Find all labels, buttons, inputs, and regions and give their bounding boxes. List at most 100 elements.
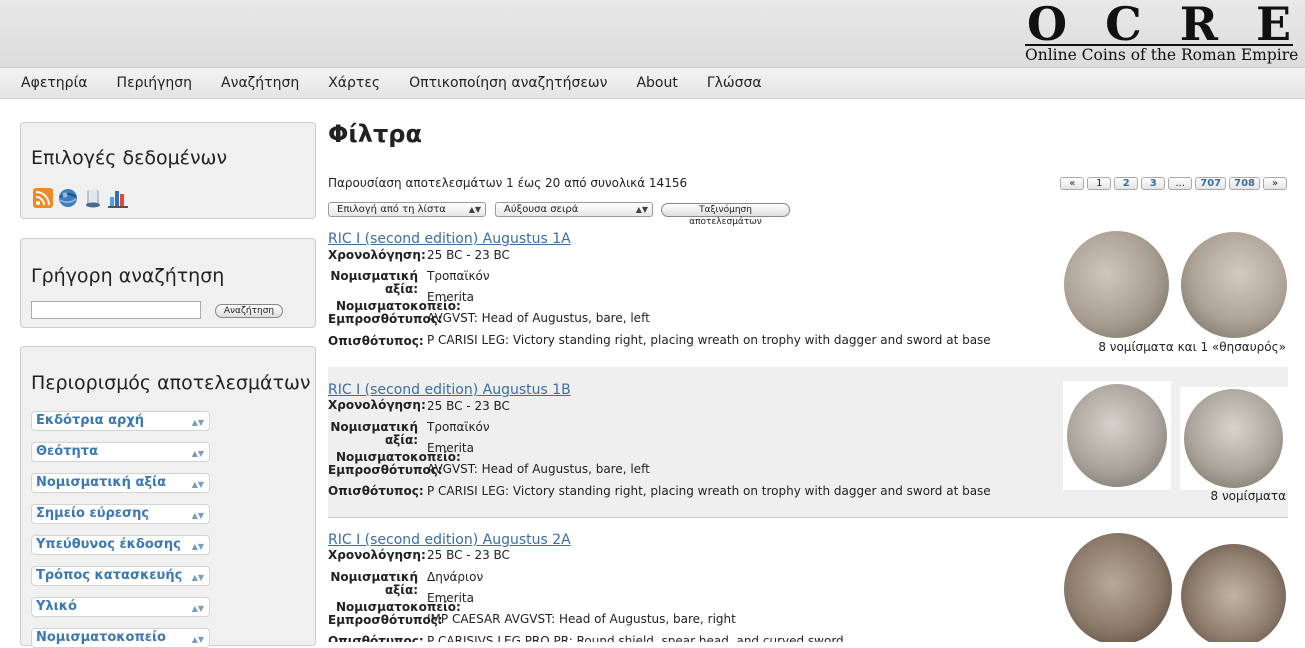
facet-label: Σημείο εύρεσης [36,506,150,521]
rss-icon[interactable] [33,188,53,208]
results-summary: Παρουσίαση αποτελεσμάτων 1 έως 20 από συ… [328,176,688,190]
result-title-link[interactable]: RIC I (second edition) Augustus 2A [328,532,571,548]
updown-icon: ▲▼ [191,542,204,551]
result-title-link[interactable]: RIC I (second edition) Augustus 1B [328,382,571,398]
sort-order-select[interactable]: Αύξουσα σειρά ▲▼ [495,202,653,217]
coin-count: 8 νομίσματα [1210,489,1286,503]
nav-home[interactable]: Αφετηρία [21,75,88,91]
select-value: Επιλογή από τη λίστα [337,204,446,215]
denomination-label: Νομισματική αξία: [330,570,418,597]
ocre-logo[interactable]: O C R E Online Coins of the Roman Empire [1025,0,1299,66]
pagination: « 1 2 3 ... 707 708 » [1060,177,1287,190]
data-options-panel: Επιλογές δεδομένων [20,122,316,219]
sort-button[interactable]: Ταξινόμηση αποτελεσμάτων [661,203,790,227]
coin-reverse-image[interactable] [1184,389,1283,488]
pager-ellipsis: ... [1168,177,1193,190]
facet-deity[interactable]: Θεότητα ▲▼ [31,442,210,462]
obverse-value: IMP CAESAR AVGVST: Head of Augustus, bar… [427,612,736,626]
select-value: Αύξουσα σειρά [504,204,579,215]
updown-icon: ▲▼ [191,604,204,613]
facet-label: Νομισματοκοπείο [36,630,166,645]
divider [328,517,1288,518]
date-label: Χρονολόγηση: [328,548,426,562]
page-title: Φίλτρα [328,120,422,148]
refine-results-panel: Περιορισμός αποτελεσμάτων Εκδότρια αρχή ▲… [20,346,316,648]
result-item: RIC I (second edition) Augustus 1B Χρονο… [328,367,1288,518]
coin-obverse-image[interactable] [1067,384,1167,487]
updown-icon: ▲▼ [191,418,204,427]
logo-letter: E [1255,0,1291,51]
site-header: O C R E Online Coins of the Roman Empire [0,0,1305,68]
updown-icon: ▲▼ [191,573,204,582]
mint-value: Emerita [427,290,474,304]
obverse-label: Εμπροσθότυπος: [328,463,443,477]
result-item: RIC I (second edition) Augustus 2A Χρονο… [328,532,1288,642]
nav-search[interactable]: Αναζήτηση [221,75,299,91]
logo-letter: R [1179,0,1218,51]
updown-icon: ▲▼ [191,449,204,458]
mint-value: Emerita [427,441,474,455]
reverse-value: P CARISIVS LEG PRO PR: Round shield, spe… [427,634,844,642]
pager-page[interactable]: 2 [1114,177,1139,190]
facet-label: Νομισματική αξία [36,475,167,490]
updown-icon: ▲▼ [635,205,648,214]
date-value: 25 BC - 23 BC [427,248,510,262]
denomination-value: Τροπαϊκόν [427,269,490,283]
facet-mint[interactable]: Νομισματοκοπείο ▲▼ [31,628,210,648]
nav-maps[interactable]: Χάρτες [328,75,380,91]
facet-label: Θεότητα [36,444,98,459]
nav-visualize[interactable]: Οπτικοποίηση αναζητήσεων [409,75,607,91]
data-options-title: Επιλογές δεδομένων [31,147,228,169]
denomination-label: Νομισματική αξία: [330,420,418,447]
facet-authority[interactable]: Εκδότρια αρχή ▲▼ [31,411,210,431]
quick-search-button[interactable]: Αναζήτηση [215,304,283,318]
facet-label: Τρόπος κατασκευής [36,568,183,583]
reverse-value: P CARISI LEG: Victory standing right, pl… [427,484,991,498]
nav-language[interactable]: Γλώσσα [707,75,762,91]
result-title-link[interactable]: RIC I (second edition) Augustus 1A [328,231,571,247]
logo-letter: O [1027,0,1068,51]
sort-field-select[interactable]: Επιλογή από τη λίστα ▲▼ [328,202,486,217]
pager-page[interactable]: 3 [1141,177,1166,190]
date-label: Χρονολόγηση: [328,398,426,412]
globe-icon[interactable] [58,188,78,208]
coin-count: 8 νομίσματα και 1 «θησαυρός» [1098,340,1286,354]
obverse-value: AVGVST: Head of Augustus, bare, left [427,311,650,325]
facet-label: Υπεύθυνος έκδοσης [36,537,181,552]
mint-value: Emerita [427,591,474,605]
facet-findspot[interactable]: Σημείο εύρεσης ▲▼ [31,504,210,524]
pager-page[interactable]: 707 [1195,177,1227,190]
facet-denomination[interactable]: Νομισματική αξία ▲▼ [31,473,210,493]
facet-label: Υλικό [36,599,77,614]
denomination-value: Δηνάριον [427,570,484,584]
coin-obverse-image[interactable] [1064,533,1172,642]
pager-page[interactable]: 1 [1087,177,1112,190]
coin-reverse-image[interactable] [1181,544,1286,642]
denomination-label: Νομισματική αξία: [330,269,418,296]
pager-next[interactable]: » [1263,177,1287,190]
date-value: 25 BC - 23 BC [427,399,510,413]
date-label: Χρονολόγηση: [328,248,426,262]
reverse-value: P CARISI LEG: Victory standing right, pl… [427,333,991,347]
facet-manufacture[interactable]: Τρόπος κατασκευής ▲▼ [31,566,210,586]
logo-letter: C [1105,0,1142,51]
coin-obverse-image[interactable] [1064,231,1169,338]
result-item: RIC I (second edition) Augustus 1A Χρονο… [328,231,1288,381]
database-icon[interactable] [83,188,103,208]
obverse-label: Εμπροσθότυπος: [328,613,443,627]
coin-reverse-image[interactable] [1181,232,1287,338]
pager-page[interactable]: 708 [1229,177,1260,190]
nav-about[interactable]: About [636,75,677,91]
facet-issuer[interactable]: Υπεύθυνος έκδοσης ▲▼ [31,535,210,555]
logo-subtitle: Online Coins of the Roman Empire [1025,44,1299,64]
pager-prev[interactable]: « [1060,177,1085,190]
updown-icon: ▲▼ [191,511,204,520]
quick-search-panel: Γρήγορη αναζήτηση Αναζήτηση [20,238,316,328]
reverse-label: Οπισθότυπος: [328,334,424,348]
quick-search-input[interactable] [31,301,201,319]
bar-chart-icon[interactable] [108,188,128,208]
nav-browse[interactable]: Περιήγηση [117,75,193,91]
facet-material[interactable]: Υλικό ▲▼ [31,597,210,617]
updown-icon: ▲▼ [191,480,204,489]
reverse-label: Οπισθότυπος: [328,484,424,498]
